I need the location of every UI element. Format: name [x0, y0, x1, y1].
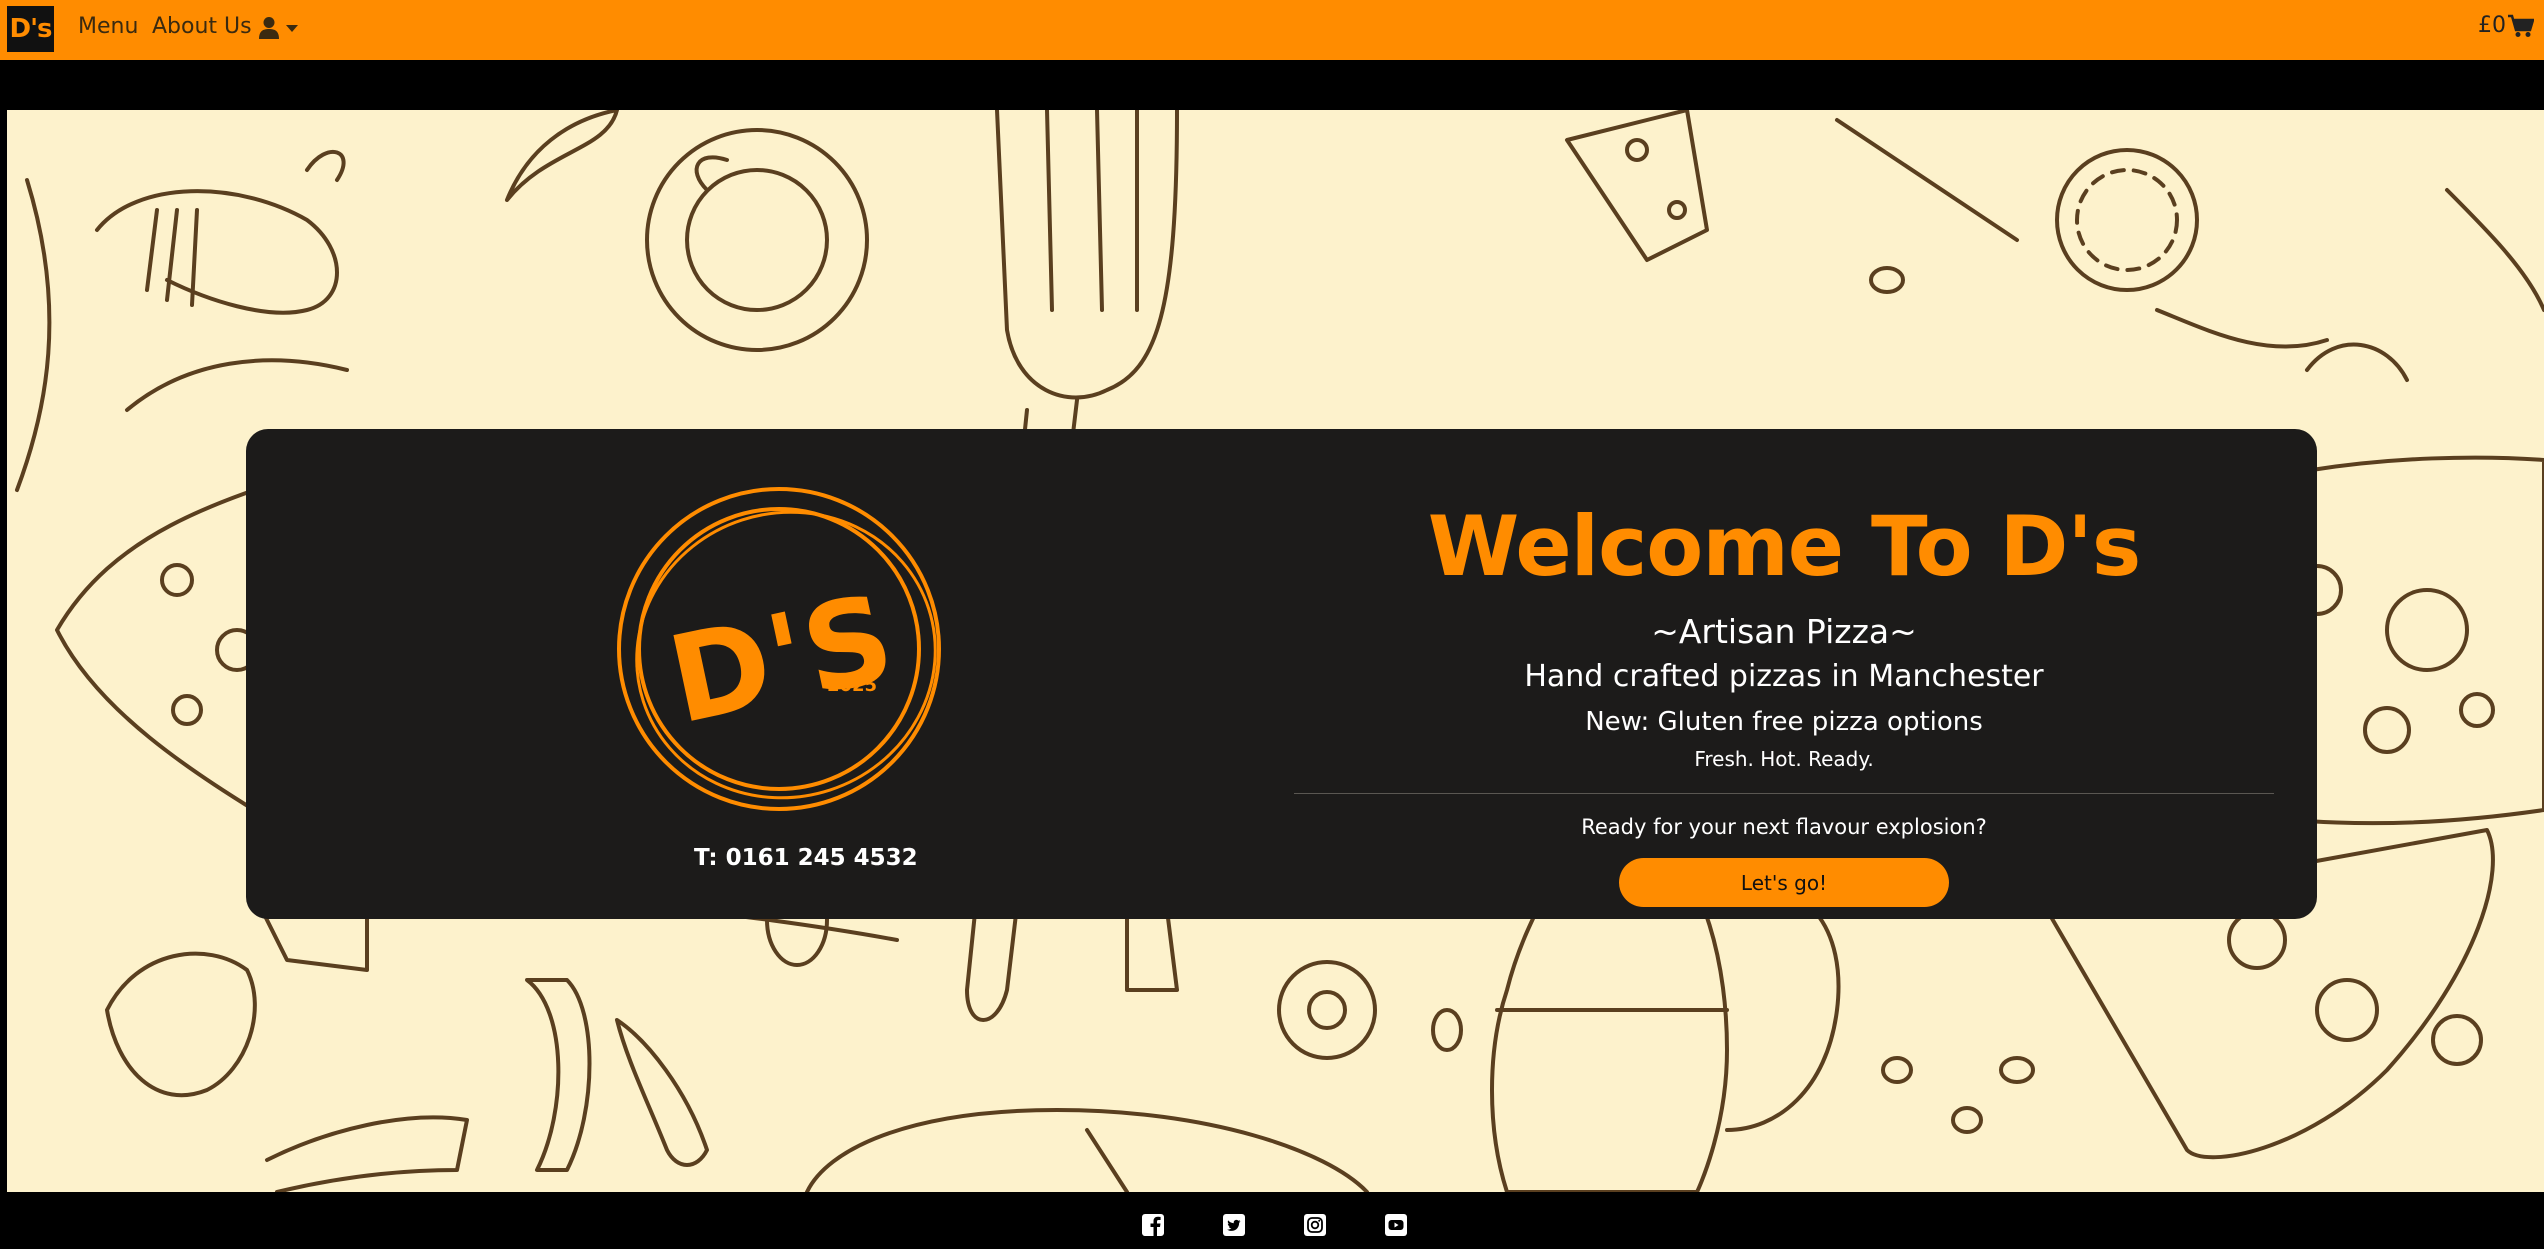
cart-icon: [2508, 14, 2534, 37]
footer: [0, 1192, 2544, 1249]
page-title: Welcome To D's: [1427, 498, 2141, 595]
logo-text: D'S: [658, 569, 905, 751]
chevron-down-icon: [286, 24, 298, 32]
cart-total: £0: [2478, 13, 2506, 38]
subtitle: Hand crafted pizzas in Manchester: [1524, 659, 2044, 694]
logo-year: 2025: [827, 675, 877, 696]
navbar: D's Menu About Us £0: [0, 0, 2544, 60]
nav-about-link[interactable]: About Us: [152, 14, 252, 39]
motto: Fresh. Hot. Ready.: [1694, 747, 1874, 771]
youtube-icon[interactable]: [1385, 1214, 1407, 1236]
welcome-card: D'S 2025 T: 0161 245 4532 Welcome To D's…: [246, 429, 2317, 919]
hero-section: D'S 2025 T: 0161 245 4532 Welcome To D's…: [7, 110, 2544, 1192]
phone-number: T: 0161 245 4532: [694, 845, 918, 871]
user-dropdown[interactable]: [258, 16, 298, 40]
welcome-content: Welcome To D's ~Artisan Pizza~ Hand craf…: [1294, 499, 2274, 907]
tagline: ~Artisan Pizza~: [1651, 612, 1917, 651]
ds-logo: D'S 2025: [617, 487, 941, 811]
divider: [1294, 793, 2274, 794]
cart-button[interactable]: £0: [2478, 13, 2534, 38]
brand-logo[interactable]: D's: [7, 6, 54, 52]
instagram-icon[interactable]: [1304, 1214, 1326, 1236]
facebook-icon[interactable]: [1142, 1214, 1164, 1236]
twitter-icon[interactable]: [1223, 1214, 1245, 1236]
lets-go-button[interactable]: Let's go!: [1619, 858, 1949, 907]
news-line: New: Gluten free pizza options: [1585, 707, 1983, 737]
nav-menu-link[interactable]: Menu: [78, 14, 138, 39]
prompt-text: Ready for your next flavour explosion?: [1581, 815, 1987, 839]
user-icon: [259, 17, 279, 39]
